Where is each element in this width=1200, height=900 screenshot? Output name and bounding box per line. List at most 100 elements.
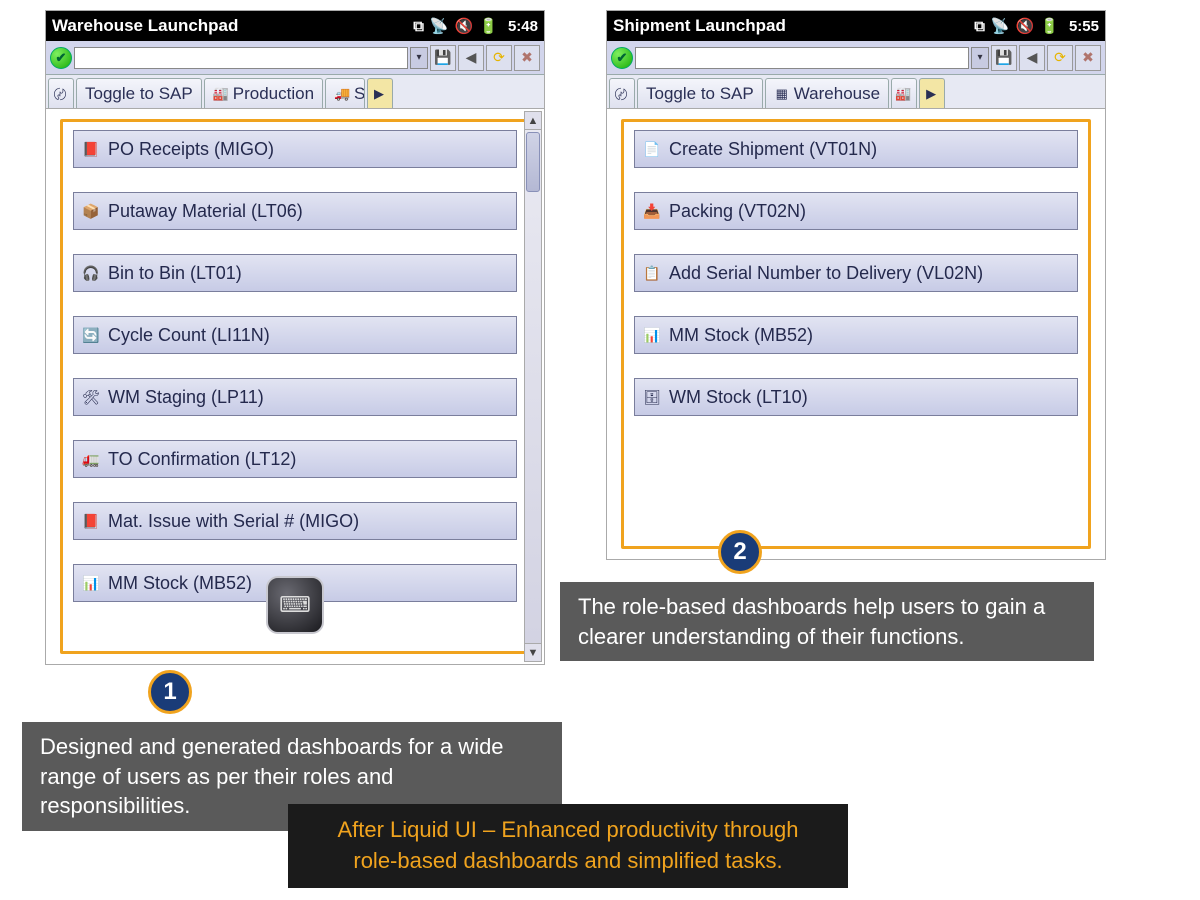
item-label: Create Shipment (VT01N) [669, 139, 877, 160]
user-icon: 〄 [52, 86, 68, 102]
back-icon[interactable]: ◀ [458, 45, 484, 71]
volume-icon: 🔇 [455, 17, 474, 35]
status-icons: ⧉ 📡 🔇 🔋 5:55 [974, 17, 1099, 35]
status-bar: Warehouse Launchpad ⧉ 📡 🔇 🔋 5:48 [46, 11, 544, 41]
tab-more-icon[interactable]: ▶ [919, 78, 945, 108]
item-label: WM Stock (LT10) [669, 387, 808, 408]
storage-icon: 🗄 [643, 388, 661, 406]
box-icon: 📦 [82, 202, 100, 220]
item-label: Add Serial Number to Delivery (VL02N) [669, 263, 983, 284]
status-time: 5:55 [1069, 18, 1099, 35]
tab-icon-only[interactable]: 〄 [609, 78, 635, 108]
content-area: 📄 Create Shipment (VT01N) 📥 Packing (VT0… [607, 109, 1105, 559]
save-icon[interactable]: 💾 [430, 45, 456, 71]
tab-label: S [354, 84, 365, 104]
stock-icon: 📊 [643, 326, 661, 344]
content-area: 📕 PO Receipts (MIGO) 📦 Putaway Material … [46, 109, 544, 664]
caption-text: The role-based dashboards help users to … [578, 594, 1045, 649]
launchpad-item[interactable]: 📥 Packing (VT02N) [634, 192, 1078, 230]
status-icons: ⧉ 📡 🔇 🔋 5:48 [413, 17, 538, 35]
back-icon[interactable]: ◀ [1019, 45, 1045, 71]
item-label: Putaway Material (LT06) [108, 201, 303, 222]
confirm-icon[interactable]: ✔ [50, 47, 72, 69]
launchpad-item[interactable]: 📕 PO Receipts (MIGO) [73, 130, 517, 168]
scroll-thumb[interactable] [526, 132, 540, 192]
badge-number: 2 [733, 538, 746, 566]
tab-label: Warehouse [794, 84, 880, 104]
document-icon: 📕 [82, 512, 100, 530]
scroll-track[interactable] [525, 130, 541, 643]
command-dropdown-icon[interactable]: ▾ [410, 47, 428, 69]
user-icon: 〄 [613, 86, 629, 102]
command-input[interactable] [635, 47, 969, 69]
volume-icon: 🔇 [1016, 17, 1035, 35]
vertical-scrollbar[interactable]: ▲ ▼ [524, 111, 542, 662]
launchpad-item[interactable]: 🗄 WM Stock (LT10) [634, 378, 1078, 416]
window-title: Warehouse Launchpad [52, 16, 413, 36]
launchpad-item[interactable]: 📊 MM Stock (MB52) [634, 316, 1078, 354]
tab-more-icon[interactable]: ▶ [367, 78, 393, 108]
tab-label: Toggle to SAP [646, 84, 754, 104]
launchpad-item[interactable]: 🎧 Bin to Bin (LT01) [73, 254, 517, 292]
cancel-icon[interactable]: ✖ [514, 45, 540, 71]
staging-icon: 🛠 [82, 388, 100, 406]
tab-bar: 〄 Toggle to SAP ▦ Warehouse 🏭 ▶ [607, 75, 1105, 109]
document-icon: 📕 [82, 140, 100, 158]
command-dropdown-icon[interactable]: ▾ [971, 47, 989, 69]
tab-label: Toggle to SAP [85, 84, 193, 104]
launchpad-item[interactable]: 🛠 WM Staging (LP11) [73, 378, 517, 416]
launchpad-item[interactable]: 📋 Add Serial Number to Delivery (VL02N) [634, 254, 1078, 292]
headset-icon: 🎧 [82, 264, 100, 282]
annotation-caption-2: The role-based dashboards help users to … [560, 582, 1094, 661]
launchpad-item[interactable]: 📦 Putaway Material (LT06) [73, 192, 517, 230]
tab-toggle-to-sap[interactable]: Toggle to SAP [76, 78, 202, 108]
launchpad-item[interactable]: 📕 Mat. Issue with Serial # (MIGO) [73, 502, 517, 540]
tab-shipping[interactable]: 🚚 S [325, 78, 365, 108]
footer-line: After Liquid UI – Enhanced productivity … [337, 817, 798, 842]
launchpad-frame: 📕 PO Receipts (MIGO) 📦 Putaway Material … [60, 119, 530, 654]
warehouse-device: Warehouse Launchpad ⧉ 📡 🔇 🔋 5:48 ✔ ▾ 💾 ◀… [45, 10, 545, 665]
factory-icon: 🏭 [213, 86, 229, 102]
footer-line: role-based dashboards and simplified tas… [353, 848, 782, 873]
battery-icon: 🔋 [1040, 17, 1059, 35]
launchpad-item[interactable]: 🔄 Cycle Count (LI11N) [73, 316, 517, 354]
scroll-up-icon[interactable]: ▲ [525, 112, 541, 130]
tab-toggle-to-sap[interactable]: Toggle to SAP [637, 78, 763, 108]
factory-icon: 🏭 [895, 86, 911, 102]
tab-warehouse[interactable]: ▦ Warehouse [765, 78, 889, 108]
shipment-device: Shipment Launchpad ⧉ 📡 🔇 🔋 5:55 ✔ ▾ 💾 ◀ … [606, 10, 1106, 560]
tab-production[interactable]: 🏭 Production [204, 78, 323, 108]
confirm-icon[interactable]: ✔ [611, 47, 633, 69]
save-icon[interactable]: 💾 [991, 45, 1017, 71]
status-bar: Shipment Launchpad ⧉ 📡 🔇 🔋 5:55 [607, 11, 1105, 41]
tab-bar: 〄 Toggle to SAP 🏭 Production 🚚 S ▶ [46, 75, 544, 109]
item-label: PO Receipts (MIGO) [108, 139, 274, 160]
tab-icon-only[interactable]: 〄 [48, 78, 74, 108]
sync-icon: ⧉ [974, 18, 985, 35]
footer-caption: After Liquid UI – Enhanced productivity … [288, 804, 848, 888]
network-icon: 📡 [991, 17, 1010, 35]
tab-production[interactable]: 🏭 [891, 78, 917, 108]
item-label: MM Stock (MB52) [108, 573, 252, 594]
command-input[interactable] [74, 47, 408, 69]
forward-icon[interactable]: ⟳ [1047, 45, 1073, 71]
cycle-icon: 🔄 [82, 326, 100, 344]
more-icon: ▶ [371, 86, 387, 102]
window-title: Shipment Launchpad [613, 16, 974, 36]
sync-icon: ⧉ [413, 18, 424, 35]
toolbar: ✔ ▾ 💾 ◀ ⟳ ✖ [46, 41, 544, 75]
keyboard-button[interactable]: ⌨ [266, 576, 324, 634]
forward-icon[interactable]: ⟳ [486, 45, 512, 71]
annotation-badge-2: 2 [718, 530, 762, 574]
item-label: MM Stock (MB52) [669, 325, 813, 346]
cancel-icon[interactable]: ✖ [1075, 45, 1101, 71]
item-label: Cycle Count (LI11N) [108, 325, 270, 346]
scroll-down-icon[interactable]: ▼ [525, 643, 541, 661]
launchpad-item[interactable]: 📄 Create Shipment (VT01N) [634, 130, 1078, 168]
network-icon: 📡 [430, 17, 449, 35]
document-icon: 📄 [643, 140, 661, 158]
launchpad-item[interactable]: 🚛 TO Confirmation (LT12) [73, 440, 517, 478]
status-time: 5:48 [508, 18, 538, 35]
item-label: TO Confirmation (LT12) [108, 449, 296, 470]
more-icon: ▶ [923, 86, 939, 102]
